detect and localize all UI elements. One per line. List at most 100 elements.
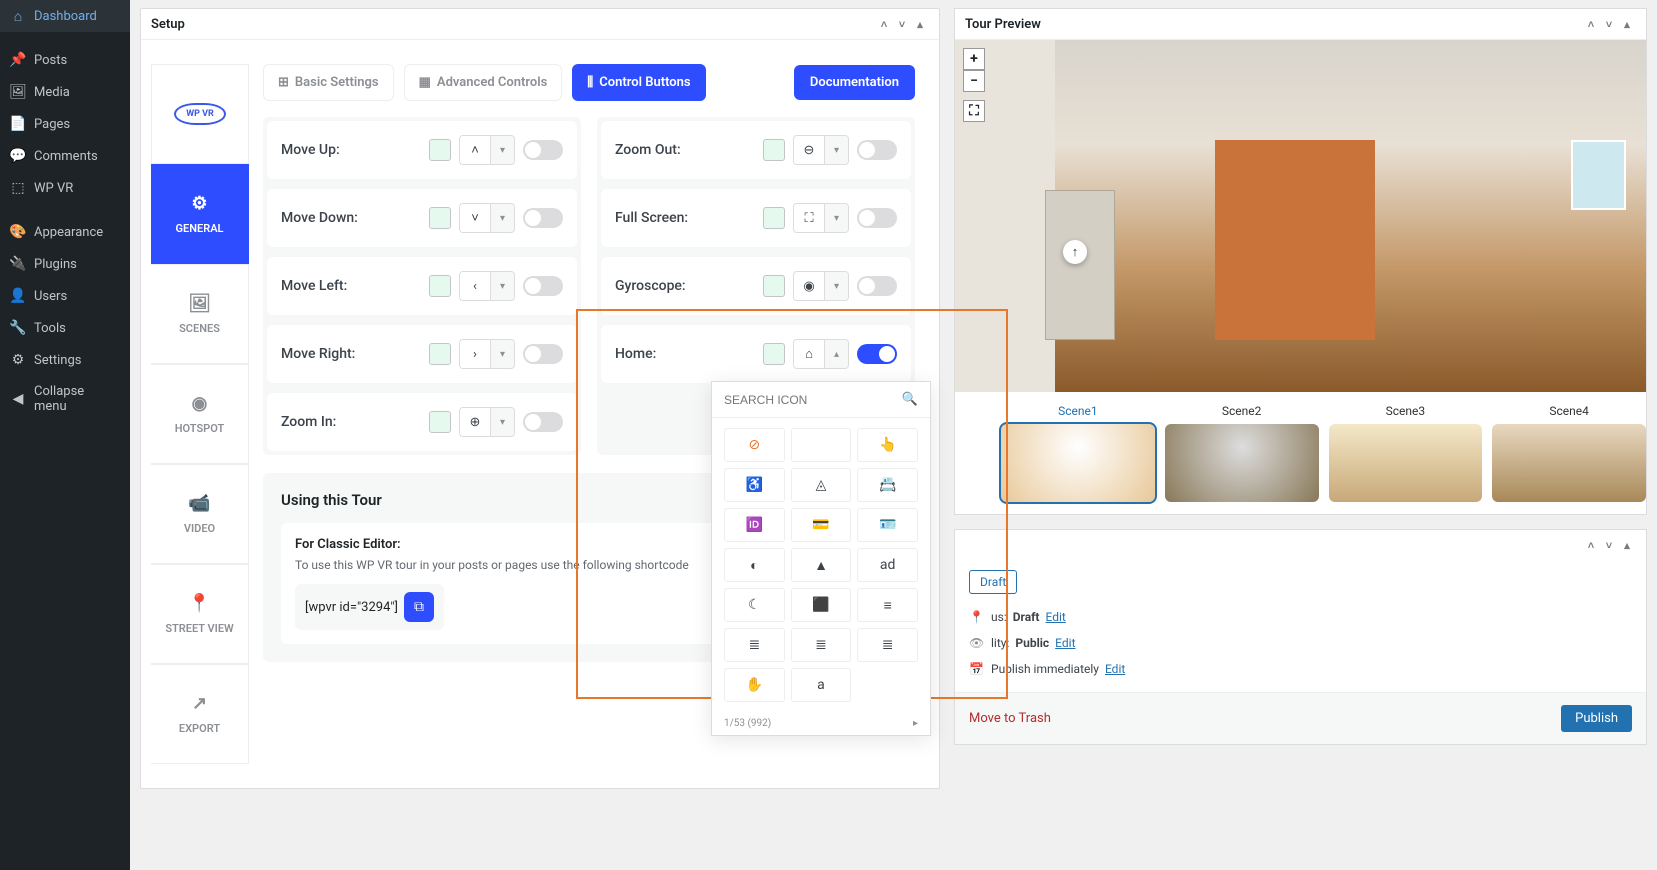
toggle-home[interactable] <box>857 344 897 364</box>
tab-control-buttons[interactable]: ⫼Control Buttons <box>572 64 705 101</box>
color-picker[interactable] <box>763 139 785 161</box>
tab-video[interactable]: 📹VIDEO <box>151 464 249 564</box>
move-to-trash-link[interactable]: Move to Trash <box>969 711 1051 726</box>
panorama-viewer[interactable]: ↑ + − ⛶ <box>955 40 1646 392</box>
icon-option[interactable]: 🆔 <box>724 508 785 542</box>
scene-thumb-4[interactable]: Scene4 <box>1492 404 1646 502</box>
icon-option[interactable]: ▲ <box>791 548 852 582</box>
icon-option[interactable]: a <box>791 668 852 702</box>
toggle-move-down[interactable] <box>523 208 563 228</box>
panel-up-icon[interactable]: ˄ <box>875 15 893 33</box>
tab-scenes[interactable]: 🖼SCENES <box>151 264 249 364</box>
menu-tools[interactable]: 🔧Tools <box>0 312 130 344</box>
panel-down-icon[interactable]: ˅ <box>1600 536 1618 554</box>
tab-general[interactable]: ⚙GENERAL <box>151 164 249 264</box>
zoom-in-button[interactable]: + <box>963 48 985 70</box>
icon-option[interactable]: ≣ <box>724 628 785 662</box>
scene-thumb-1[interactable]: Scene1 <box>1001 404 1155 502</box>
icon-option-none[interactable]: ⊘ <box>724 428 785 462</box>
control-home: Home: ⌂▴ 🔍 ⊘👆 ♿◬📇 🆔💳🪪 ◐▲ad <box>601 325 911 383</box>
next-page-icon[interactable]: ▸ <box>913 718 918 729</box>
edit-visibility-link[interactable]: Edit <box>1055 636 1075 650</box>
panel-down-icon[interactable]: ˅ <box>893 15 911 33</box>
icon-option[interactable]: 💳 <box>791 508 852 542</box>
menu-comments[interactable]: 💬Comments <box>0 140 130 172</box>
documentation-button[interactable]: Documentation <box>794 65 915 100</box>
icon-option[interactable]: ◬ <box>791 468 852 502</box>
toggle-move-up[interactable] <box>523 140 563 160</box>
menu-dashboard[interactable]: ⌂Dashboard <box>0 0 130 32</box>
icon-option[interactable]: ⬛ <box>791 588 852 622</box>
icon-option[interactable] <box>791 428 852 462</box>
panel-toggle-icon[interactable]: ▴ <box>1618 536 1636 554</box>
dropdown-caret[interactable]: ▾ <box>490 340 514 368</box>
panel-up-icon[interactable]: ˄ <box>1582 15 1600 33</box>
toggle-gyroscope[interactable] <box>857 276 897 296</box>
color-picker[interactable] <box>429 275 451 297</box>
toggle-zoom-in[interactable] <box>523 412 563 432</box>
save-draft-button[interactable]: Draft <box>969 570 1017 594</box>
tab-advanced-controls[interactable]: ▦Advanced Controls <box>404 64 563 101</box>
menu-appearance[interactable]: 🎨Appearance <box>0 216 130 248</box>
icon-option[interactable]: 📇 <box>857 468 918 502</box>
menu-media[interactable]: 🖼Media <box>0 76 130 108</box>
color-picker[interactable] <box>763 343 785 365</box>
edit-date-link[interactable]: Edit <box>1105 662 1125 676</box>
scene-thumb-3[interactable]: Scene3 <box>1329 404 1483 502</box>
menu-wpvr[interactable]: ⬚WP VR <box>0 172 130 204</box>
menu-plugins[interactable]: 🔌Plugins <box>0 248 130 280</box>
tab-export[interactable]: ↗EXPORT <box>151 664 249 764</box>
toggle-fullscreen[interactable] <box>857 208 897 228</box>
panel-down-icon[interactable]: ˅ <box>1600 15 1618 33</box>
dropdown-caret[interactable]: ▾ <box>824 204 848 232</box>
dropdown-caret[interactable]: ▾ <box>824 136 848 164</box>
menu-users[interactable]: 👤Users <box>0 280 130 312</box>
zoom-out-button[interactable]: − <box>963 70 985 92</box>
dropdown-caret[interactable]: ▾ <box>490 272 514 300</box>
dropdown-caret[interactable]: ▾ <box>490 408 514 436</box>
toggle-zoom-out[interactable] <box>857 140 897 160</box>
icon-option[interactable]: ≣ <box>857 628 918 662</box>
scene-hotspot[interactable]: ↑ <box>1063 240 1087 264</box>
settings-icon: ⚙ <box>10 352 26 368</box>
icon-search-input[interactable] <box>724 393 896 407</box>
icon-option[interactable]: ✋ <box>724 668 785 702</box>
menu-posts[interactable]: 📌Posts <box>0 44 130 76</box>
icon-option[interactable]: ☾ <box>724 588 785 622</box>
icon-option[interactable]: ◐ <box>724 548 785 582</box>
dropdown-caret[interactable]: ▾ <box>490 136 514 164</box>
color-picker[interactable] <box>429 207 451 229</box>
toggle-move-left[interactable] <box>523 276 563 296</box>
color-picker[interactable] <box>763 275 785 297</box>
icon-option[interactable]: 🪪 <box>857 508 918 542</box>
scene-thumb-2[interactable]: Scene2 <box>1165 404 1319 502</box>
key-icon: 📍 <box>969 610 985 624</box>
color-picker[interactable] <box>429 411 451 433</box>
icon-option[interactable]: ♿ <box>724 468 785 502</box>
icon-option[interactable]: 👆 <box>857 428 918 462</box>
icon-option[interactable]: ≡ <box>857 588 918 622</box>
color-picker[interactable] <box>763 207 785 229</box>
menu-collapse[interactable]: ◀Collapse menu <box>0 376 130 422</box>
toggle-move-right[interactable] <box>523 344 563 364</box>
menu-pages[interactable]: 📄Pages <box>0 108 130 140</box>
dropdown-caret[interactable]: ▾ <box>490 204 514 232</box>
tab-basic-settings[interactable]: ⊞Basic Settings <box>263 64 394 101</box>
tab-streetview[interactable]: 📍STREET VIEW <box>151 564 249 664</box>
publish-button[interactable]: Publish <box>1561 705 1632 732</box>
icon-option[interactable]: ≣ <box>791 628 852 662</box>
dropdown-caret[interactable]: ▴ <box>824 340 848 368</box>
menu-settings[interactable]: ⚙Settings <box>0 344 130 376</box>
panel-toggle-icon[interactable]: ▴ <box>911 15 929 33</box>
color-picker[interactable] <box>429 343 451 365</box>
plus-icon: ⊕ <box>460 408 490 436</box>
copy-shortcode-button[interactable]: ⧉ <box>404 592 434 622</box>
tab-hotspot[interactable]: ◉HOTSPOT <box>151 364 249 464</box>
edit-status-link[interactable]: Edit <box>1046 610 1066 624</box>
dropdown-caret[interactable]: ▾ <box>824 272 848 300</box>
panel-up-icon[interactable]: ˄ <box>1582 536 1600 554</box>
color-picker[interactable] <box>429 139 451 161</box>
icon-option[interactable]: ad <box>857 548 918 582</box>
fullscreen-button[interactable]: ⛶ <box>963 100 985 122</box>
panel-toggle-icon[interactable]: ▴ <box>1618 15 1636 33</box>
